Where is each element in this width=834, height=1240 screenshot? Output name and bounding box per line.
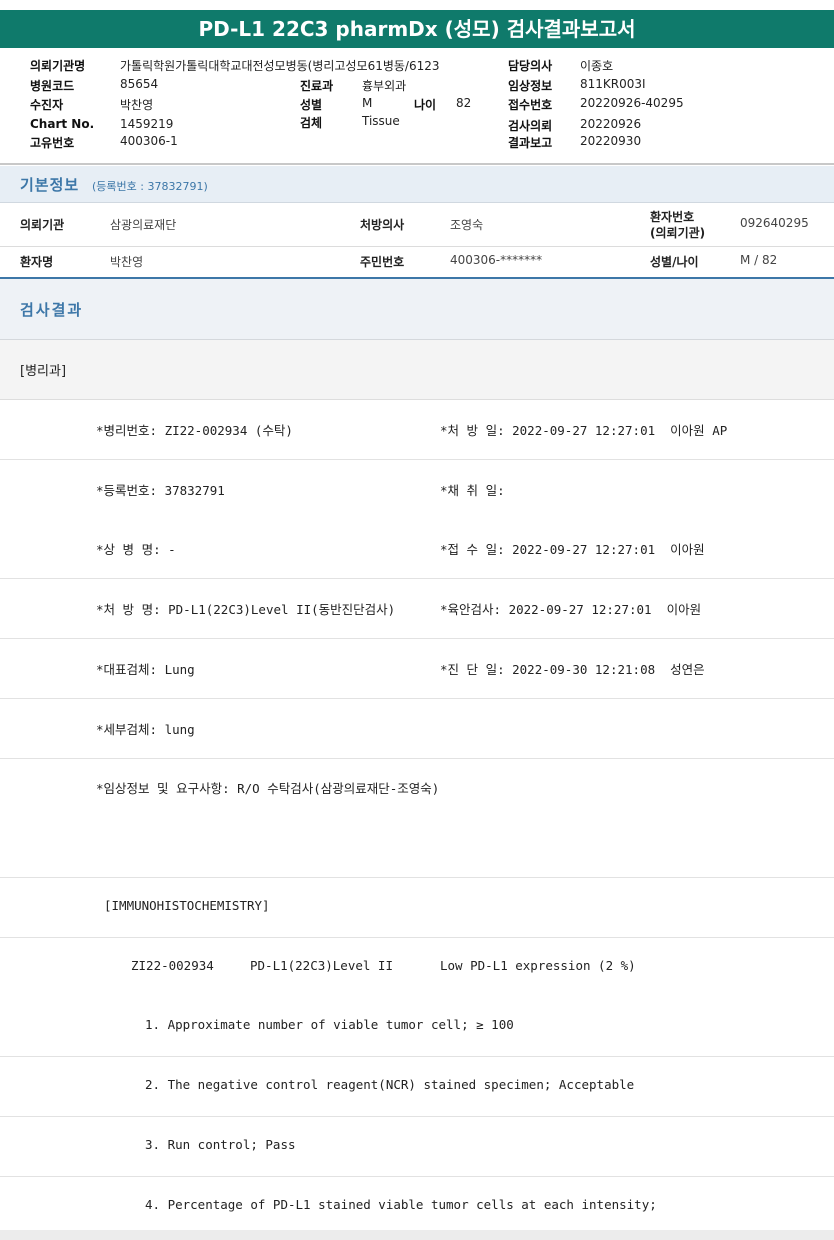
ihc-item-2: 2. The negative control reagent(NCR) sta… [145, 1077, 635, 1092]
doctor-value: 이종호 [580, 59, 614, 73]
report-date-value: 20220930 [580, 134, 642, 148]
rrn-value: 400306-******* [450, 253, 543, 267]
patient-no-value: 092640295 [740, 216, 809, 230]
result-line-2: *등록번호: 37832791 *채 취 일: [0, 460, 834, 520]
representative-specimen: *대표검체: Lung [96, 662, 195, 677]
clinical-request: *임상정보 및 요구사항: R/O 수탁검사(삼광의료재단-조영숙) [96, 781, 440, 796]
result-line-blank [0, 818, 834, 878]
age-label: 나이 [414, 98, 437, 112]
result-line-item-3: 3. Run control; Pass [0, 1117, 834, 1177]
result-line-5: *대표검체: Lung *진 단 일: 2022-09-30 12:21:08 … [0, 639, 834, 699]
hosp-code-value: 85654 [120, 77, 159, 91]
chart-no-label: Chart No. [30, 117, 95, 131]
result-line-item-4: 4. Percentage of PD-L1 stained viable tu… [0, 1177, 834, 1230]
patient-no-label: 환자번호 [650, 210, 695, 224]
prescription-date: *처 방 일: 2022-09-27 12:27:01 이아원 AP [440, 423, 728, 438]
sex-age-value: M / 82 [740, 253, 778, 267]
result-line-item-1: 1. Approximate number of viable tumor ce… [0, 997, 834, 1057]
req-org-value-2: 삼광의료재단 [110, 218, 177, 232]
sex-age-label: 성별/나이 [650, 255, 699, 269]
basic-info-row-1: 의뢰기관 삼광의료재단 처방의사 조영숙 환자번호 (의뢰기관) 0926402… [0, 203, 834, 247]
result-line-1: *병리번호: ZI22-002934 (수탁) *처 방 일: 2022-09-… [0, 400, 834, 460]
prescriber-value: 조영숙 [450, 218, 484, 232]
prescription-name: *처 방 명: PD-L1(22C3)Level II(동반진단검사) [96, 602, 396, 617]
dept-label: 진료과 [300, 79, 334, 93]
ihc-header: [IMMUNOHISTOCHEMISTRY] [104, 898, 270, 913]
req-org-label: 의뢰기관명 [30, 59, 86, 73]
result-line-ihc-header: [IMMUNOHISTOCHEMISTRY] [0, 878, 834, 938]
result-line-3: *상 병 명: - *접 수 일: 2022-09-27 12:27:01 이아… [0, 519, 834, 579]
patient-value: 박찬영 [120, 98, 154, 112]
pathology-no: *병리번호: ZI22-002934 (수탁) [96, 423, 293, 438]
registration-no: *등록번호: 37832791 [96, 483, 225, 498]
report-title: PD-L1 22C3 pharmDx (성모) 검사결과보고서 [0, 10, 834, 48]
basic-info-reg-no: (등록번호 : 37832791) [92, 180, 208, 193]
bottom-scroll-strip [0, 1230, 834, 1240]
patient-name-value: 박찬영 [110, 255, 144, 269]
ihc-item-3: 3. Run control; Pass [145, 1137, 296, 1152]
header-divider [0, 163, 834, 165]
result-line-item-2: 2. The negative control reagent(NCR) sta… [0, 1057, 834, 1117]
rrn-label: 주민번호 [360, 255, 405, 269]
basic-info-header: 기본정보 (등록번호 : 37832791) [0, 166, 834, 203]
ihc-test-name: PD-L1(22C3)Level II [250, 958, 393, 973]
age-value: 82 [456, 96, 472, 110]
prescriber-label: 처방의사 [360, 218, 405, 232]
clinical-label: 임상정보 [508, 79, 553, 93]
chart-no-value: 1459219 [120, 117, 174, 131]
detail-specimen: *세부검체: lung [96, 722, 195, 737]
hosp-code-label: 병원코드 [30, 79, 75, 93]
unique-no-label: 고유번호 [30, 136, 75, 150]
specimen-value: Tissue [362, 114, 400, 128]
request-date-value: 20220926 [580, 117, 642, 131]
ihc-item-4: 4. Percentage of PD-L1 stained viable tu… [145, 1197, 657, 1212]
ihc-specimen-id: ZI22-002934 [131, 958, 214, 973]
result-header: 검사결과 [0, 279, 834, 340]
doctor-label: 담당의사 [508, 59, 553, 73]
result-line-4: *처 방 명: PD-L1(22C3)Level II(동반진단검사) *육안검… [0, 579, 834, 639]
receipt-value: 20220926-40295 [580, 96, 684, 110]
receipt-label: 접수번호 [508, 98, 553, 112]
request-date-label: 검사의뢰 [508, 119, 553, 133]
req-org-value: 가톨릭학원가톨릭대학교대전성모병동(병리고성모61병동/6123 [120, 59, 440, 73]
gross-exam-date: *육안검사: 2022-09-27 12:27:01 이아원 [440, 602, 702, 617]
req-org-label-2: 의뢰기관 [20, 218, 65, 232]
pathology-dept-label: [병리과] [20, 364, 67, 379]
result-line-7: *임상정보 및 요구사항: R/O 수탁검사(삼광의료재단-조영숙) [0, 759, 834, 819]
patient-name-label: 환자명 [20, 255, 54, 269]
clinical-value: 811KR003I [580, 77, 646, 91]
pathology-dept-row: [병리과] [0, 340, 834, 400]
diagnosis-name: *상 병 명: - [96, 542, 176, 557]
unique-no-value: 400306-1 [120, 134, 178, 148]
result-title: 검사결과 [20, 301, 84, 319]
patient-no-sublabel: (의뢰기관) [650, 226, 706, 240]
result-line-6: *세부검체: lung [0, 699, 834, 759]
patient-label: 수진자 [30, 98, 64, 112]
collection-date: *채 취 일: [440, 483, 505, 498]
result-line-ihc-result: ZI22-002934 PD-L1(22C3)Level II Low PD-L… [0, 938, 834, 998]
ihc-result: Low PD-L1 expression (2 %) [440, 958, 636, 973]
specimen-label: 검체 [300, 116, 323, 130]
diagnosis-date: *진 단 일: 2022-09-30 12:21:08 성연은 [440, 662, 705, 677]
sex-label: 성별 [300, 98, 323, 112]
report-date-label: 결과보고 [508, 136, 553, 150]
receipt-date: *접 수 일: 2022-09-27 12:27:01 이아원 [440, 542, 705, 557]
ihc-item-1: 1. Approximate number of viable tumor ce… [145, 1017, 514, 1032]
sex-value: M [362, 96, 373, 110]
basic-info-row-2: 환자명 박찬영 주민번호 400306-******* 성별/나이 M / 82 [0, 247, 834, 277]
dept-value: 흉부외과 [362, 79, 407, 93]
basic-info-title: 기본정보 [20, 176, 80, 194]
